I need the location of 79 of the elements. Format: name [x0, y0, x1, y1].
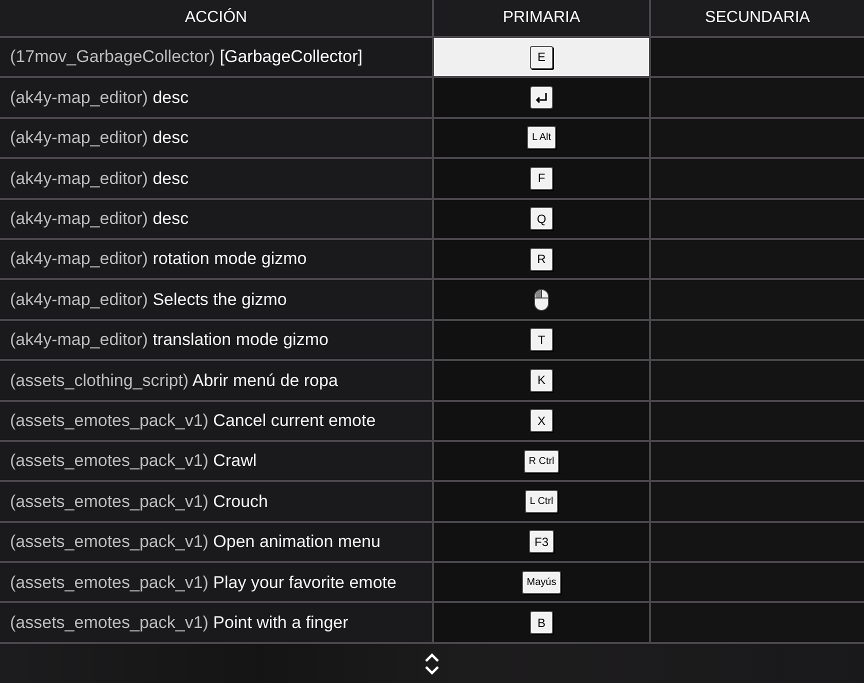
binding-cell[interactable]: X	[434, 402, 649, 440]
column-header: ACCIÓN	[0, 0, 432, 36]
scroll-icon[interactable]	[424, 650, 440, 676]
binding-cell[interactable]: F3	[434, 522, 649, 562]
action-row[interactable]: (ak4y-map_editor) desc	[0, 200, 432, 238]
binding-cell[interactable]	[434, 78, 649, 117]
binding-cell[interactable]	[651, 361, 864, 400]
action-row[interactable]: (assets_emotes_pack_v1) Point with a finger	[0, 603, 432, 642]
action-row[interactable]: (ak4y-map_editor) desc	[0, 159, 432, 198]
binding-cell[interactable]: L Ctrl	[434, 482, 649, 521]
key-cap: B	[530, 611, 553, 634]
action-label: (assets_emotes_pack_v1) Open animation menu	[10, 531, 380, 554]
action-label: (assets_emotes_pack_v1) Play your favorite emote	[10, 572, 396, 594]
key-cap: F3	[529, 530, 554, 554]
action-row[interactable]: (assets_emotes_pack_v1) Cancel current emote	[0, 402, 432, 440]
binding-cell[interactable]	[651, 78, 864, 117]
action-label: (ak4y-map_editor) rotation mode gizmo	[10, 248, 307, 270]
action-label: (ak4y-map_editor) desc	[10, 127, 189, 150]
binding-cell[interactable]: R Ctrl	[434, 442, 649, 480]
action-row[interactable]: (17mov_GarbageCollector) [GarbageCollector]	[0, 38, 432, 76]
mouse-icon	[534, 288, 549, 311]
binding-cell[interactable]	[651, 442, 864, 480]
binding-cell[interactable]	[651, 320, 864, 360]
action-label: (ak4y-map_editor) desc	[10, 86, 189, 109]
enter-key-icon	[530, 86, 553, 110]
key-cap: T	[530, 328, 553, 352]
binding-cell[interactable]: F	[434, 159, 649, 198]
binding-cell[interactable]	[651, 563, 864, 602]
action-row[interactable]: (assets_emotes_pack_v1) Play your favorite emote	[0, 563, 432, 602]
action-row[interactable]: (assets_emotes_pack_v1) Crawl	[0, 442, 432, 480]
action-row[interactable]: (ak4y-map_editor) desc	[0, 118, 432, 158]
key-cap: X	[530, 409, 553, 432]
key-cap: E	[530, 46, 553, 69]
action-row[interactable]: (ak4y-map_editor) Selects the gizmo	[0, 280, 432, 319]
action-label: (17mov_GarbageCollector) [GarbageCollector]	[10, 46, 362, 68]
binding-cell[interactable]: B	[434, 603, 649, 642]
binding-cell[interactable]: Q	[434, 200, 649, 238]
action-label: (assets_emotes_pack_v1) Crouch	[10, 490, 268, 513]
binding-cell[interactable]: L Alt	[434, 118, 649, 158]
key-cap: R	[530, 248, 553, 271]
key-cap: L Ctrl	[524, 490, 558, 513]
action-row[interactable]: (ak4y-map_editor) rotation mode gizmo	[0, 240, 432, 278]
key-cap: F	[530, 166, 553, 190]
key-cap: K	[530, 368, 553, 392]
binding-cell[interactable]	[651, 482, 864, 521]
binding-cell[interactable]	[651, 402, 864, 440]
action-label: (ak4y-map_editor) desc	[10, 208, 189, 230]
binding-cell[interactable]	[651, 118, 864, 158]
key-cap: Mayús	[522, 570, 562, 594]
binding-cell[interactable]: R	[434, 240, 649, 278]
action-label: (ak4y-map_editor) desc	[10, 168, 189, 190]
action-label: (assets_clothing_script) Abrir menú de ropa	[10, 370, 338, 392]
binding-cell[interactable]	[651, 38, 864, 76]
binding-cell[interactable]: E	[434, 38, 649, 76]
key-cap: L Alt	[526, 126, 556, 150]
action-row[interactable]: (ak4y-map_editor) translation mode gizmo	[0, 320, 432, 360]
binding-cell[interactable]	[651, 240, 864, 278]
action-row[interactable]: (assets_clothing_script) Abrir menú de ropa	[0, 361, 432, 400]
action-label: (assets_emotes_pack_v1) Cancel current emote	[10, 410, 376, 432]
action-row[interactable]: (assets_emotes_pack_v1) Crouch	[0, 482, 432, 521]
action-label: (assets_emotes_pack_v1) Crawl	[10, 450, 257, 472]
key-cap: Q	[530, 207, 553, 230]
binding-cell[interactable]	[651, 522, 864, 562]
action-label: (ak4y-map_editor) Selects the gizmo	[10, 288, 287, 311]
binding-cell[interactable]: K	[434, 361, 649, 400]
action-label: (assets_emotes_pack_v1) Point with a finger	[10, 612, 348, 634]
binding-cell[interactable]	[434, 280, 649, 319]
binding-cell[interactable]	[651, 603, 864, 642]
binding-cell[interactable]: T	[434, 320, 649, 360]
binding-cell[interactable]	[651, 159, 864, 198]
column-header: SECUNDARIA	[651, 0, 864, 36]
key-cap: R Ctrl	[524, 450, 560, 473]
action-label: (ak4y-map_editor) translation mode gizmo	[10, 329, 328, 352]
binding-cell[interactable]	[651, 200, 864, 238]
action-row[interactable]: (assets_emotes_pack_v1) Open animation menu	[0, 522, 432, 562]
binding-cell[interactable]: Mayús	[434, 563, 649, 602]
column-header: PRIMARIA	[434, 0, 649, 36]
binding-cell[interactable]	[651, 280, 864, 319]
action-row[interactable]: (ak4y-map_editor) desc	[0, 78, 432, 117]
